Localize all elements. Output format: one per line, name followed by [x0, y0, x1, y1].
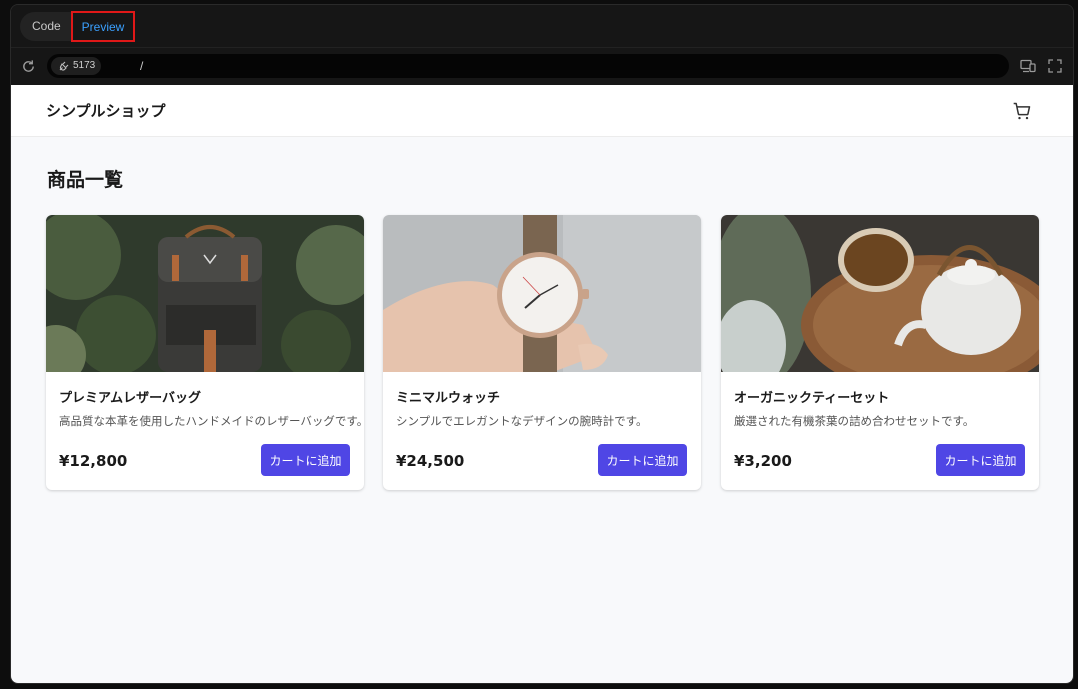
product-price: ¥12,800 — [59, 452, 128, 470]
product-price: ¥24,500 — [396, 452, 465, 470]
add-to-cart-button[interactable]: カートに追加 — [261, 444, 350, 476]
tab-preview[interactable]: Preview — [71, 11, 135, 42]
devices-icon[interactable] — [1020, 59, 1036, 73]
product-card: ミニマルウォッチ シンプルでエレガントなデザインの腕時計です。 ¥24,500 … — [383, 215, 701, 490]
product-image-backpack — [46, 215, 364, 372]
product-name[interactable]: オーガニックティーセット — [734, 387, 889, 406]
product-card: オーガニックティーセット 厳選された有機茶葉の詰め合わせセットです。 ¥3,20… — [721, 215, 1039, 490]
port-label: 5173 — [73, 60, 96, 71]
product-image-teaset — [721, 215, 1039, 372]
page-title: 商品一覧 — [47, 169, 124, 191]
address-field[interactable]: 5173 / — [47, 54, 1009, 78]
reload-icon[interactable] — [21, 59, 36, 74]
shop-name[interactable]: シンプルショップ — [46, 100, 166, 121]
add-to-cart-button[interactable]: カートに追加 — [598, 444, 687, 476]
ide-window: Code Preview 5173 / シンプルショップ 商品一覧 プレミアムレ… — [10, 4, 1074, 684]
product-price: ¥3,200 — [734, 452, 792, 470]
product-image-watch — [383, 215, 701, 372]
product-description: シンプルでエレガントなデザインの腕時計です。 — [396, 414, 648, 428]
product-name[interactable]: ミニマルウォッチ — [396, 387, 500, 406]
tab-bar: Code Preview — [11, 5, 1073, 47]
plug-icon — [59, 61, 69, 71]
url-path[interactable]: / — [140, 57, 143, 75]
view-toggle: Code Preview — [20, 11, 135, 42]
add-to-cart-button[interactable]: カートに追加 — [936, 444, 1025, 476]
product-card: プレミアムレザーバッグ 高品質な本革を使用したハンドメイドのレザーバッグです。 … — [46, 215, 364, 490]
app-header: シンプルショップ — [11, 85, 1073, 137]
product-description: 高品質な本革を使用したハンドメイドのレザーバッグです。 — [59, 414, 364, 428]
port-selector[interactable]: 5173 — [51, 57, 102, 75]
preview-url-bar: 5173 / — [11, 47, 1073, 85]
product-name[interactable]: プレミアムレザーバッグ — [59, 387, 201, 406]
cart-icon[interactable] — [1012, 101, 1032, 121]
tab-code[interactable]: Code — [32, 12, 61, 41]
preview-viewport: シンプルショップ 商品一覧 プレミアムレザーバッグ 高品質な本革を使用したハンド… — [11, 85, 1073, 683]
fullscreen-icon[interactable] — [1048, 59, 1062, 73]
product-description: 厳選された有機茶葉の詰め合わせセットです。 — [734, 414, 975, 428]
